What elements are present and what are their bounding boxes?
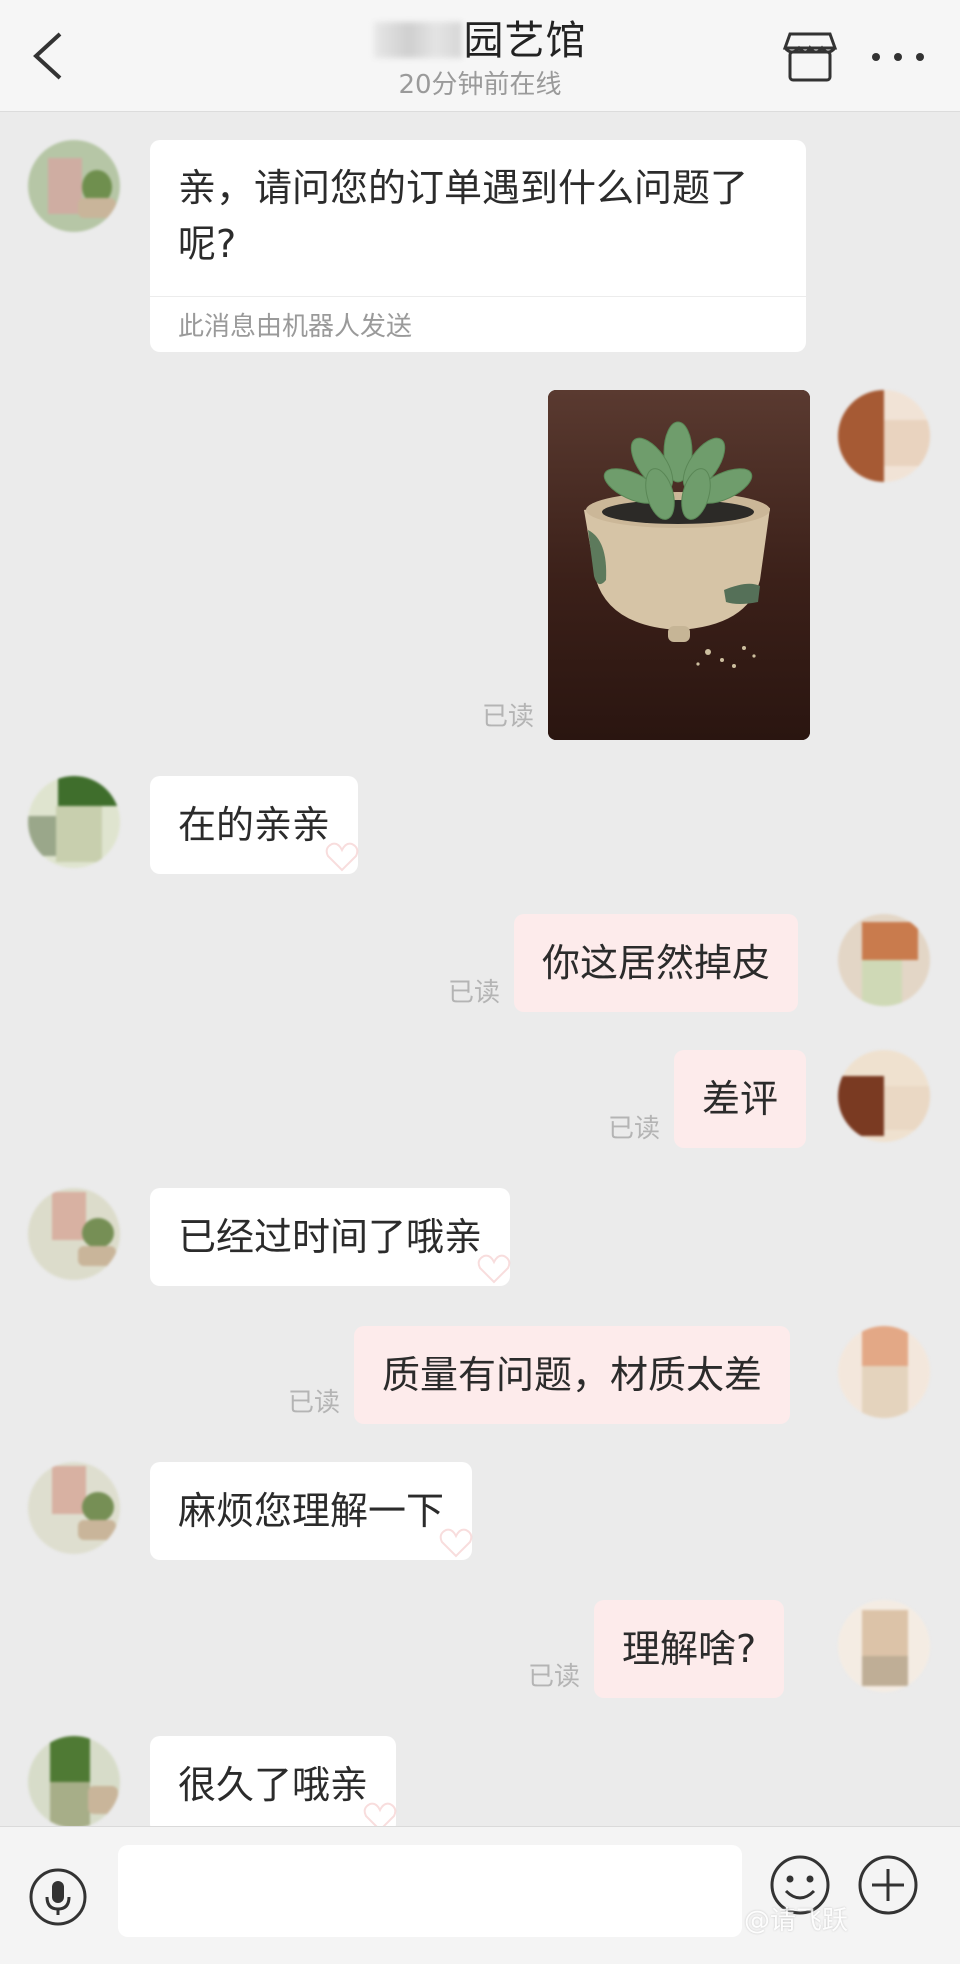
- message-bubble: 很久了哦亲: [150, 1736, 397, 1834]
- user-avatar[interactable]: [838, 1600, 930, 1692]
- succulent-image: [548, 390, 810, 740]
- shop-avatar[interactable]: [28, 1736, 120, 1828]
- message-text: 理解啥?: [622, 1627, 757, 1671]
- message-text: 你这居然掉皮: [542, 941, 771, 985]
- watermark-icon: [477, 1254, 511, 1284]
- message-bubble: 在的亲亲: [150, 776, 359, 874]
- chat-header: 园艺馆 20分钟前在线: [0, 0, 960, 112]
- message-text: 很久了哦亲: [178, 1763, 369, 1807]
- user-avatar[interactable]: [838, 1050, 930, 1142]
- read-receipt: 已读: [448, 978, 501, 1008]
- message-text: 差评: [702, 1077, 779, 1121]
- plus-circle-icon: [858, 1855, 918, 1915]
- message-text: 在的亲亲: [178, 803, 331, 847]
- shop-avatar[interactable]: [28, 776, 120, 868]
- voice-button[interactable]: [28, 1867, 88, 1927]
- shop-avatar[interactable]: [28, 1188, 120, 1280]
- microphone-icon: [29, 1868, 87, 1926]
- message-text: 亲，请问您的订单遇到什么问题了呢?: [178, 166, 749, 266]
- more-dots-icon: [872, 53, 924, 61]
- message-bubble: 你这居然掉皮: [514, 914, 799, 1012]
- shop-avatar[interactable]: [28, 140, 120, 232]
- read-receipt: 已读: [528, 1662, 581, 1692]
- more-actions-button[interactable]: [856, 1853, 920, 1917]
- message-text: 麻烦您理解一下: [178, 1489, 445, 1533]
- shop-avatar[interactable]: [28, 1462, 120, 1554]
- input-bar: [0, 1826, 960, 1964]
- message-text: 质量有问题，材质太差: [382, 1353, 763, 1397]
- message-bubble: 麻烦您理解一下: [150, 1462, 473, 1560]
- message-input[interactable]: [118, 1845, 742, 1937]
- blurred-shop-name-prefix: [373, 22, 462, 58]
- message-bubble: 理解啥?: [594, 1600, 785, 1698]
- read-receipt: 已读: [288, 1388, 341, 1418]
- user-avatar[interactable]: [838, 914, 930, 1006]
- message-bubble: 差评: [674, 1050, 807, 1148]
- card-divider: [150, 296, 806, 297]
- chat-screen: 园艺馆 20分钟前在线 亲，请问您的订单遇到什么问题了呢? 此消息由机器人发送: [0, 0, 960, 1964]
- store-icon: [782, 32, 838, 82]
- bot-note: 此消息由机器人发送: [178, 312, 413, 342]
- read-receipt: 已读: [608, 1114, 661, 1144]
- watermark-icon: [439, 1528, 473, 1558]
- message-bubble: 已经过时间了哦亲: [150, 1188, 511, 1286]
- plant-photo[interactable]: [548, 390, 810, 740]
- read-receipt: 已读: [482, 702, 535, 732]
- store-button[interactable]: [782, 30, 838, 84]
- message-text: 已经过时间了哦亲: [178, 1215, 483, 1259]
- message-bubble: 质量有问题，材质太差: [354, 1326, 791, 1424]
- user-avatar[interactable]: [838, 1326, 930, 1418]
- user-avatar[interactable]: [838, 390, 930, 482]
- bot-message-card: 亲，请问您的订单遇到什么问题了呢? 此消息由机器人发送: [150, 140, 806, 352]
- watermark-icon: [325, 842, 359, 872]
- platform-watermark: @请飞跃: [744, 1906, 849, 1936]
- shop-name-text: 园艺馆: [463, 18, 587, 64]
- more-button[interactable]: [868, 30, 928, 84]
